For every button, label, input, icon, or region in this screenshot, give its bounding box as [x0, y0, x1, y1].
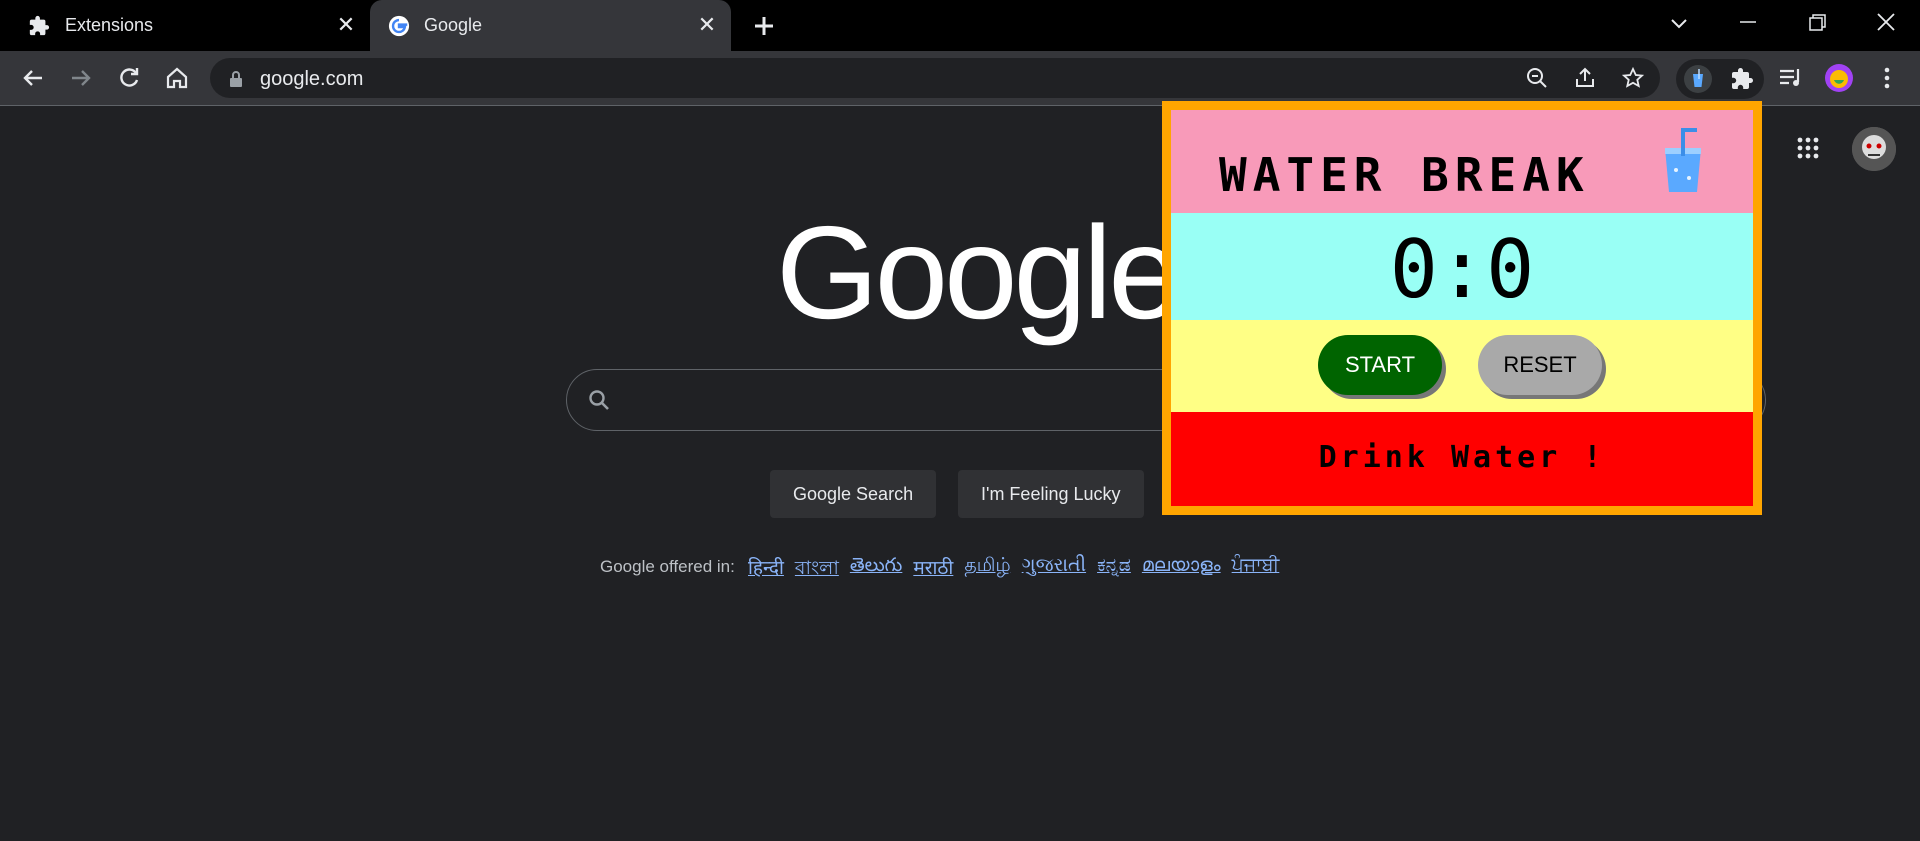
language-link[interactable]: മലയാളം [1142, 554, 1221, 586]
drink-water-message: Drink Water ! [1318, 440, 1606, 475]
google-g-icon [388, 15, 410, 37]
water-break-popup: WATER BREAK 0:0 START RESET Drink Water … [1162, 101, 1762, 515]
tab-title: Extensions [65, 15, 154, 35]
extensions-puzzle-icon[interactable] [1730, 67, 1754, 91]
popup-title: WATER BREAK [1219, 148, 1590, 202]
controls-section: START RESET [1171, 320, 1753, 412]
menu-icon[interactable] [1872, 63, 1902, 93]
forward-icon[interactable] [66, 63, 96, 93]
tab-extensions[interactable]: Extensions ✕ [0, 0, 370, 51]
address-bar[interactable]: google.com [210, 58, 1660, 98]
message-section: Drink Water ! [1171, 412, 1753, 506]
language-link[interactable]: ಕನ್ನಡ [1097, 554, 1131, 586]
start-button[interactable]: START [1318, 335, 1442, 395]
language-link[interactable]: தமிழ் [964, 554, 1010, 586]
language-link[interactable]: मराठी [913, 554, 953, 586]
back-icon[interactable] [18, 63, 48, 93]
language-links: हिन्दी বাংলা తెలుగు मराठी தமிழ் ગુજરાતી … [748, 554, 1279, 586]
language-link[interactable]: বাংলা [795, 554, 839, 586]
media-icon[interactable] [1776, 63, 1806, 93]
apps-grid-icon[interactable] [1796, 136, 1820, 160]
timer-display: 0:0 [1389, 223, 1535, 316]
puzzle-icon [29, 15, 50, 36]
feeling-lucky-button[interactable]: I'm Feeling Lucky [958, 470, 1144, 518]
close-window-icon[interactable] [1866, 8, 1906, 40]
search-icon [589, 390, 609, 410]
home-icon[interactable] [162, 63, 192, 93]
tab-search-icon[interactable] [1659, 8, 1699, 40]
account-avatar[interactable] [1852, 127, 1896, 171]
minimize-icon[interactable] [1728, 8, 1768, 40]
url-text: google.com [260, 68, 364, 90]
tab-google[interactable]: Google ✕ [370, 0, 731, 51]
timer-section: 0:0 [1171, 213, 1753, 320]
language-link[interactable]: ਪੰਜਾਬੀ [1232, 554, 1280, 586]
restore-icon[interactable] [1797, 8, 1837, 40]
browser-toolbar: google.com [0, 51, 1920, 106]
share-icon[interactable] [1573, 66, 1597, 90]
offered-in-label: Google offered in: [600, 557, 735, 576]
profile-icon[interactable] [1824, 63, 1854, 93]
popup-header: WATER BREAK [1171, 110, 1753, 213]
language-link[interactable]: తెలుగు [850, 554, 902, 586]
zoom-out-icon[interactable] [1525, 66, 1549, 90]
reload-icon[interactable] [114, 63, 144, 93]
tab-title: Google [424, 15, 483, 35]
google-logo: Google [776, 199, 1182, 346]
water-glass-icon [1665, 128, 1701, 192]
star-icon[interactable] [1621, 66, 1645, 90]
water-extension-icon[interactable] [1684, 65, 1712, 93]
language-link[interactable]: ગુજરાતી [1022, 554, 1086, 586]
extensions-area [1676, 59, 1764, 99]
new-tab-icon[interactable] [748, 10, 780, 42]
lock-icon[interactable] [228, 70, 244, 88]
close-tab-icon[interactable]: ✕ [695, 13, 719, 37]
google-search-button[interactable]: Google Search [770, 470, 937, 518]
avatar-image-icon [1852, 127, 1896, 171]
tab-strip: Extensions ✕ Google ✕ [0, 0, 1920, 51]
language-link[interactable]: हिन्दी [748, 554, 784, 586]
close-tab-icon[interactable]: ✕ [334, 13, 358, 37]
reset-button[interactable]: RESET [1478, 335, 1602, 395]
